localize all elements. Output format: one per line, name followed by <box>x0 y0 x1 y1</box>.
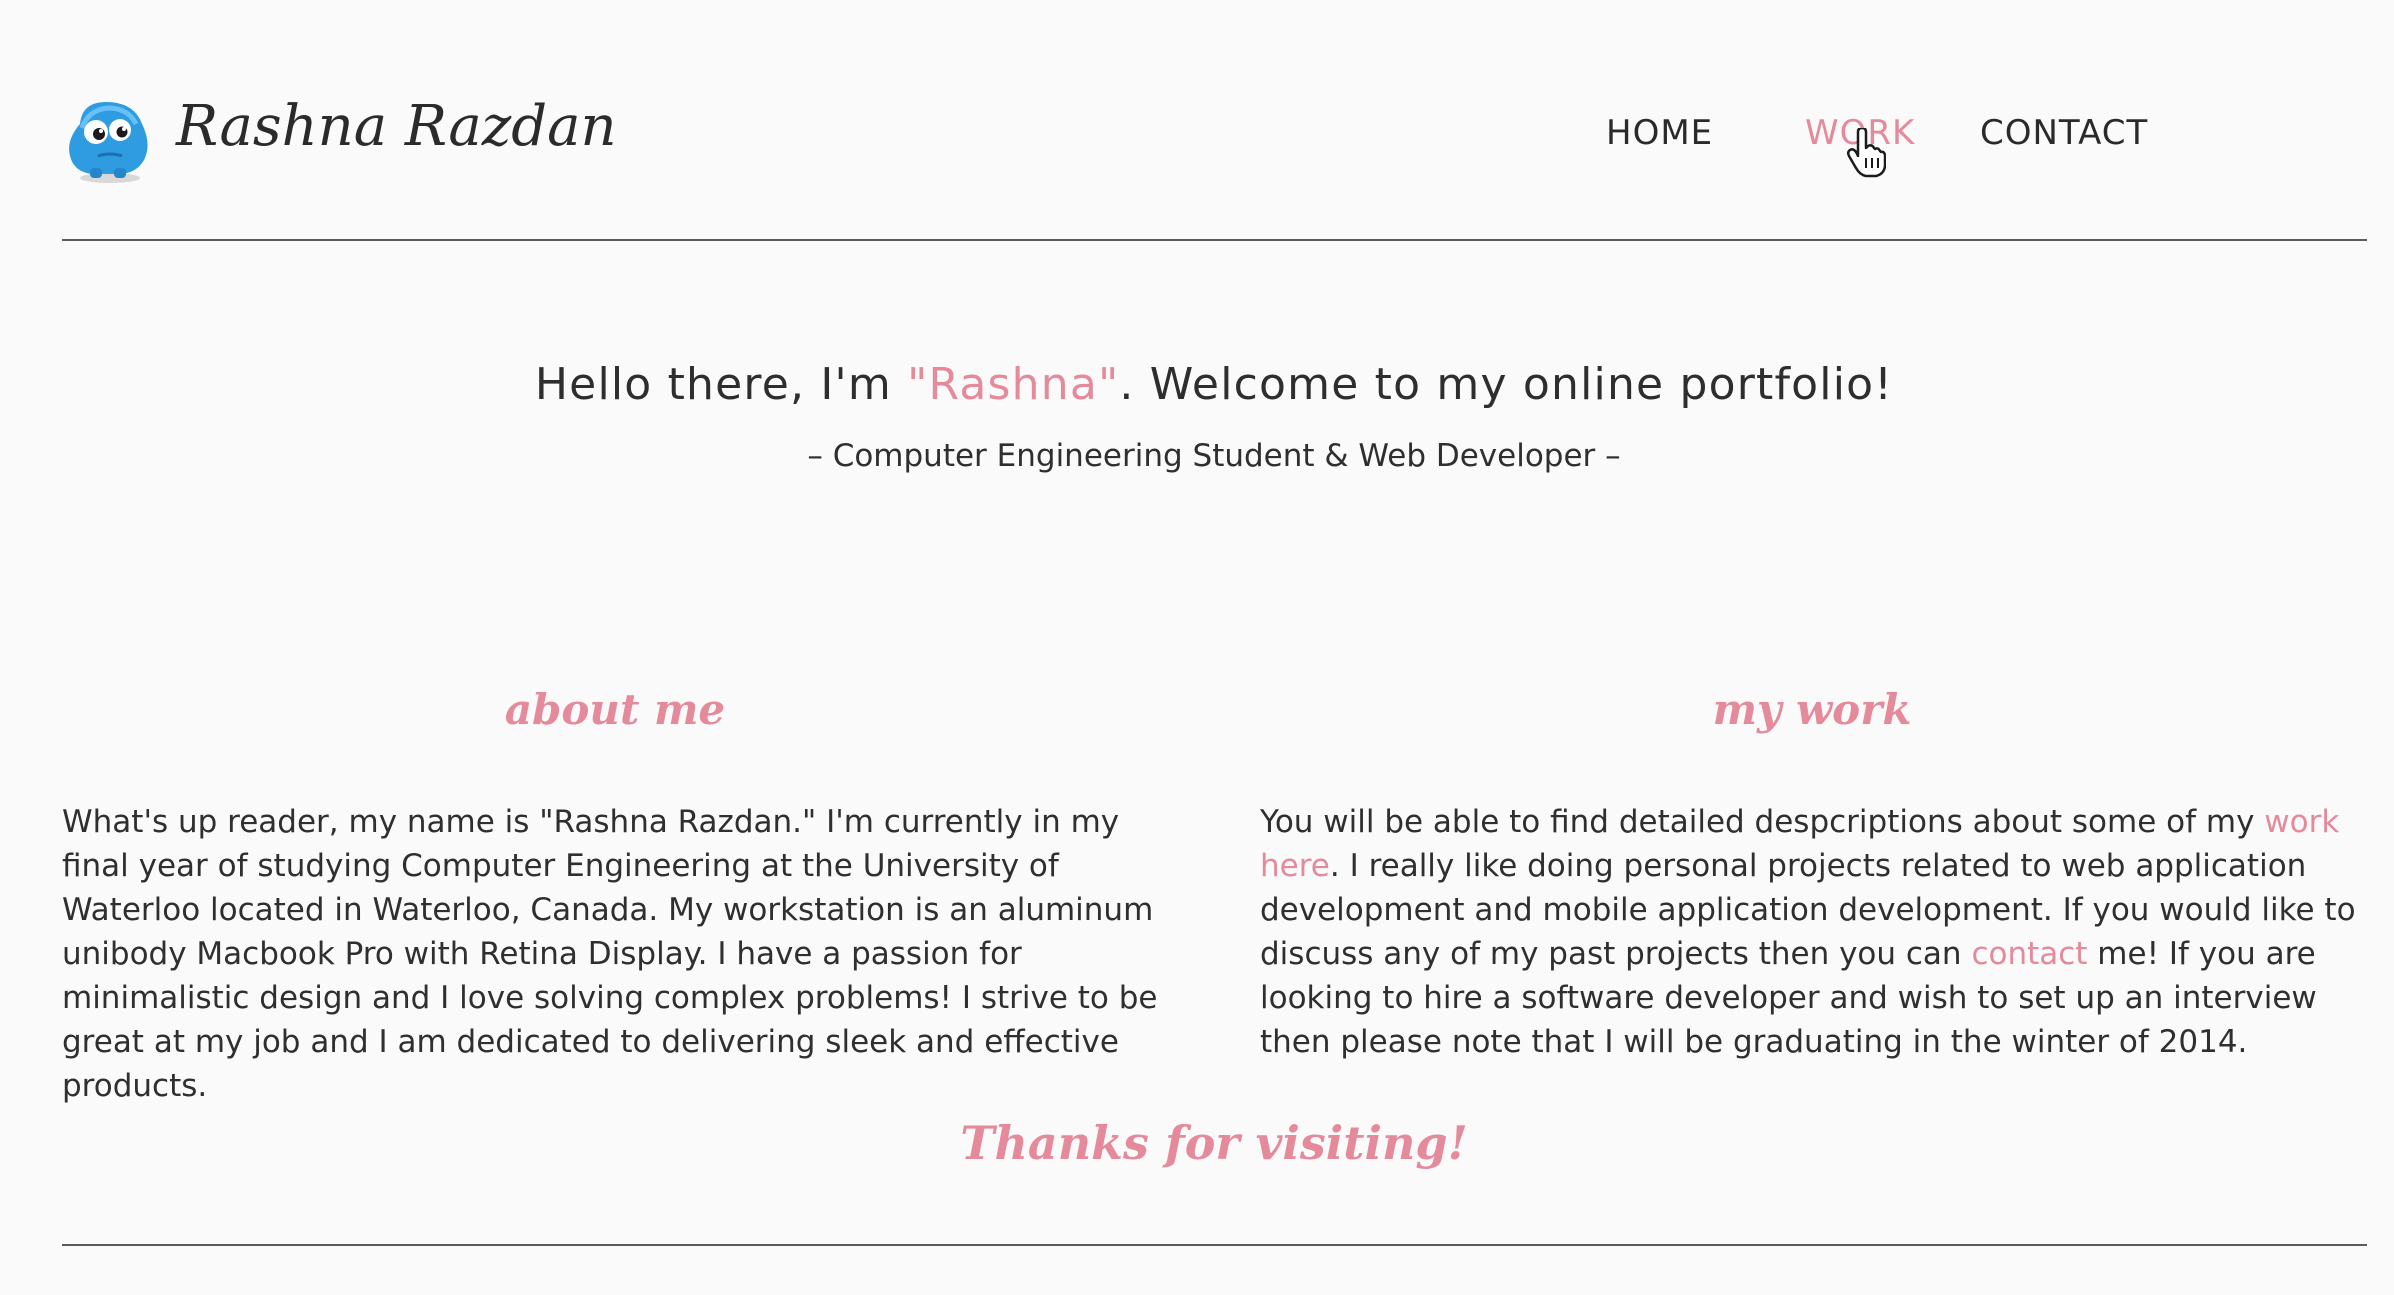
my-work-text: You will be able to find detailed despcr… <box>1260 800 2370 1064</box>
work-text-part-1: You will be able to find detailed despcr… <box>1260 804 2265 840</box>
site-header: Rashna Razdan HOME WORK CONTACT <box>0 0 2394 242</box>
thanks-message: Thanks for visiting! <box>960 1116 1468 1170</box>
greeting-name: "Rashna" <box>907 359 1120 410</box>
tagline: – Computer Engineering Student & Web Dev… <box>807 438 1621 474</box>
nav-home-link[interactable]: HOME <box>1606 108 1713 158</box>
nav-contact-link[interactable]: CONTACT <box>1980 108 2148 158</box>
about-me-text: What's up reader, my name is "Rashna Raz… <box>62 804 1158 1104</box>
contact-link[interactable]: contact <box>1971 936 2087 972</box>
header-divider <box>62 239 2367 241</box>
site-name[interactable]: Rashna Razdan <box>176 92 617 162</box>
greeting-suffix: . Welcome to my online portfolio! <box>1119 359 1894 410</box>
my-work-title: my work <box>1712 685 1912 734</box>
footer-divider <box>62 1244 2367 1246</box>
welcome-heading: Hello there, I'm "Rashna". Welcome to my… <box>0 352 2394 418</box>
about-me-title: about me <box>504 685 726 734</box>
blue-monster-icon[interactable] <box>62 94 154 184</box>
hand-cursor-icon <box>1846 128 1886 178</box>
greeting-prefix: Hello there, I'm <box>534 359 908 410</box>
